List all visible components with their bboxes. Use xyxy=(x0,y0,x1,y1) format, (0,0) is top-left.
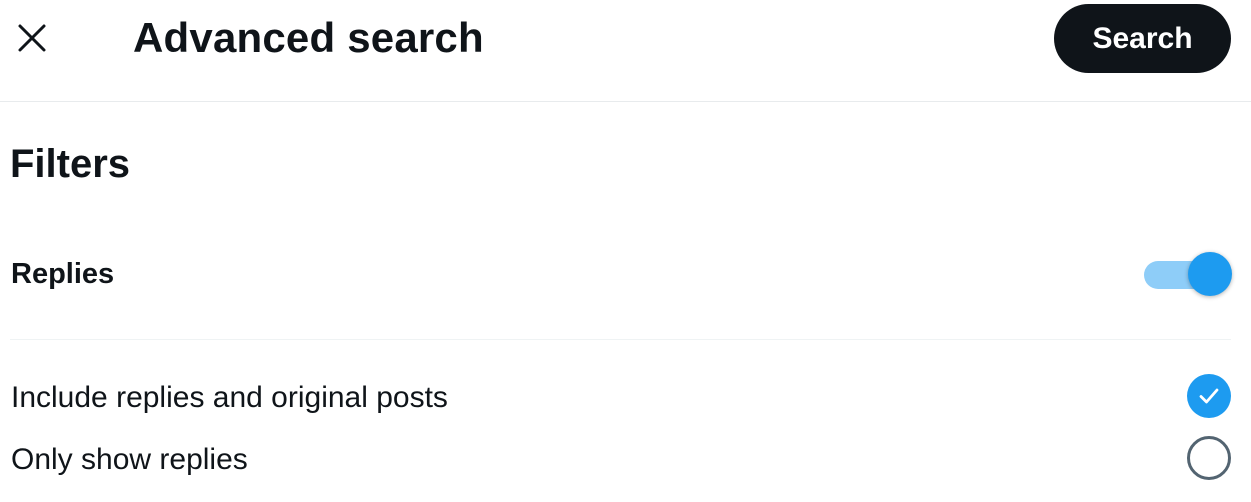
replies-toggle[interactable] xyxy=(1142,252,1234,296)
close-icon xyxy=(18,24,46,52)
option-label: Include replies and original posts xyxy=(11,381,448,414)
divider xyxy=(10,339,1231,340)
checkmark-icon xyxy=(1199,388,1219,404)
filters-heading: Filters xyxy=(10,142,131,186)
page-title: Advanced search xyxy=(133,14,484,61)
option-include-replies-and-original-posts[interactable]: Include replies and original posts xyxy=(0,372,1251,424)
check-circle-icon[interactable] xyxy=(1187,374,1231,418)
header-bar: Advanced search Search xyxy=(0,0,1251,102)
toggle-knob[interactable] xyxy=(1188,252,1232,296)
option-only-show-replies[interactable]: Only show replies xyxy=(0,434,1251,486)
option-label: Only show replies xyxy=(11,443,248,476)
replies-label: Replies xyxy=(11,258,115,290)
close-button[interactable] xyxy=(8,14,56,62)
search-button[interactable]: Search xyxy=(1054,4,1231,73)
empty-circle-icon[interactable] xyxy=(1187,436,1231,480)
